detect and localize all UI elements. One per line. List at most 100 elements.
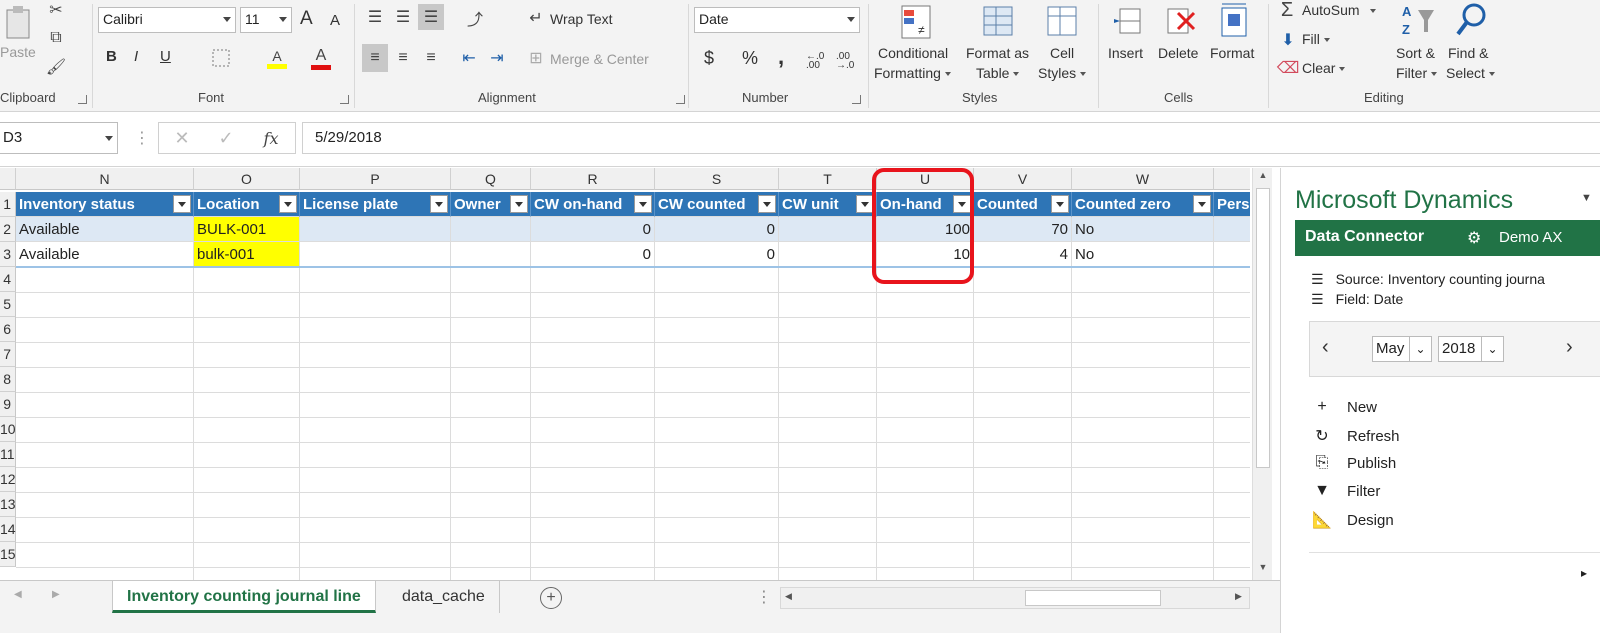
table-cell[interactable]: 4	[974, 242, 1072, 267]
scroll-left-icon[interactable]: ◀	[785, 591, 792, 602]
fill-icon[interactable]: ⬇	[1278, 30, 1298, 50]
currency-button[interactable]: $	[704, 48, 714, 69]
table-cell[interactable]: 0	[531, 242, 655, 267]
font-launcher-icon[interactable]	[340, 95, 349, 104]
design-action[interactable]: 📐 Design	[1311, 510, 1394, 530]
align-right-icon[interactable]: ≡	[418, 44, 444, 72]
sheet-tab-inventory-counting-journal-line[interactable]: Inventory counting journal line	[112, 581, 376, 613]
cell-styles-icon[interactable]	[1044, 2, 1082, 42]
tab-scroll-left-icon[interactable]: ◀	[14, 589, 22, 600]
table-cell[interactable]	[300, 242, 451, 267]
table-cell[interactable]	[451, 242, 531, 267]
table-header-cw-on-hand[interactable]: CW on-hand	[531, 192, 655, 217]
decrease-indent-icon[interactable]: ⇤	[456, 44, 482, 72]
row-header[interactable]: 9	[0, 392, 16, 417]
table-cell[interactable]: 0	[531, 217, 655, 242]
align-top-icon[interactable]: ☰	[362, 4, 388, 30]
row-header[interactable]: 2	[0, 217, 16, 242]
spreadsheet-grid[interactable]: N O P Q R S T U V W 1 2 3 4 5 6 7 8 9 10…	[0, 168, 1250, 580]
column-header-r[interactable]: R	[531, 168, 655, 190]
vertical-scrollbar[interactable]: ▲ ▼	[1252, 168, 1272, 580]
grow-font-button[interactable]: A	[300, 8, 313, 30]
table-cell[interactable]: 70	[974, 217, 1072, 242]
format-as-table-line2[interactable]: Table	[976, 65, 1020, 81]
filter-dropdown-icon[interactable]	[173, 195, 191, 213]
previous-month-icon[interactable]: ‹	[1322, 336, 1329, 359]
sheet-tab-data-cache[interactable]: data_cache	[388, 581, 500, 613]
align-left-icon[interactable]: ≡	[362, 44, 388, 72]
cell-styles-line2[interactable]: Styles	[1038, 65, 1087, 81]
sort-filter-icon[interactable]: AZ	[1398, 0, 1438, 40]
table-header-license-plate[interactable]: License plate	[300, 192, 451, 217]
scroll-thumb[interactable]	[1256, 188, 1270, 468]
new-action[interactable]: + New	[1311, 398, 1377, 416]
formula-input[interactable]: 5/29/2018	[302, 122, 1600, 154]
table-cell[interactable]: bulk-001	[194, 242, 300, 267]
scroll-up-icon[interactable]: ▲	[1255, 170, 1271, 186]
table-cell[interactable]: BULK-001	[194, 217, 300, 242]
conditional-formatting-line1[interactable]: Conditional	[878, 45, 948, 61]
table-cell[interactable]	[779, 242, 877, 267]
insert-function-icon[interactable]: fx	[259, 127, 283, 149]
table-header-pers[interactable]: Pers	[1214, 192, 1250, 217]
select-all-corner[interactable]	[0, 168, 16, 190]
next-month-icon[interactable]: ›	[1566, 336, 1573, 359]
settings-gear-icon[interactable]: ⚙	[1467, 228, 1481, 248]
find-select-line1[interactable]: Find &	[1448, 45, 1488, 61]
table-header-owner[interactable]: Owner	[451, 192, 531, 217]
publish-action[interactable]: ⎘ Publish	[1311, 454, 1397, 472]
table-header-inventory-status[interactable]: Inventory status	[16, 192, 194, 217]
refresh-action[interactable]: ↻ Refresh	[1311, 426, 1399, 446]
delete-button[interactable]: Delete	[1158, 45, 1198, 61]
table-header-location[interactable]: Location	[194, 192, 300, 217]
cell-styles-line1[interactable]: Cell	[1050, 45, 1074, 61]
filter-action[interactable]: ▼ Filter	[1311, 482, 1380, 500]
fill-color-icon[interactable]: A	[262, 44, 292, 72]
clipboard-launcher-icon[interactable]	[78, 95, 87, 104]
year-select[interactable]: 2018 ⌄	[1438, 336, 1504, 362]
italic-button[interactable]: I	[134, 48, 138, 65]
comma-button[interactable]: ,	[778, 44, 784, 70]
horizontal-scrollbar[interactable]: ◀ ▶	[780, 587, 1250, 609]
increase-decimal-button[interactable]: ←.0 .00	[806, 52, 834, 71]
conditional-formatting-line2[interactable]: Formatting	[874, 65, 951, 81]
autosum-icon[interactable]: Σ	[1276, 0, 1298, 21]
format-cells-icon[interactable]	[1216, 0, 1252, 42]
table-header-counted[interactable]: Counted	[974, 192, 1072, 217]
filter-dropdown-icon[interactable]	[1193, 195, 1211, 213]
font-size-box[interactable]: 11	[240, 7, 292, 33]
row-header[interactable]: 10	[0, 417, 16, 442]
row-header[interactable]: 13	[0, 492, 16, 517]
paste-button[interactable]: Paste	[0, 44, 36, 60]
sort-filter-line1[interactable]: Sort &	[1396, 45, 1435, 61]
cancel-entry-icon[interactable]: ✕	[171, 127, 193, 149]
filter-dropdown-icon[interactable]	[430, 195, 448, 213]
orientation-icon[interactable]: ⤴	[458, 6, 492, 30]
bold-button[interactable]: B	[106, 48, 117, 65]
sort-filter-line2[interactable]: Filter	[1396, 65, 1438, 81]
table-cell[interactable]: Available	[16, 242, 194, 267]
row-header[interactable]: 12	[0, 467, 16, 492]
table-cell[interactable]: No	[1072, 217, 1214, 242]
percent-button[interactable]: %	[742, 48, 758, 69]
row-header[interactable]: 4	[0, 267, 16, 292]
font-name-box[interactable]: Calibri	[98, 7, 236, 33]
shrink-font-button[interactable]: A	[330, 12, 340, 29]
insert-icon[interactable]	[1110, 2, 1146, 42]
clear-button[interactable]: Clear	[1302, 60, 1346, 76]
number-format-box[interactable]: Date	[694, 7, 860, 33]
format-button[interactable]: Format	[1210, 45, 1254, 61]
column-header-q[interactable]: Q	[451, 168, 531, 190]
table-header-cw-unit[interactable]: CW unit	[779, 192, 877, 217]
clear-icon[interactable]: ⌫	[1277, 58, 1300, 78]
borders-icon[interactable]	[208, 46, 234, 70]
pane-flag-icon[interactable]: ▸	[1581, 566, 1587, 580]
number-launcher-icon[interactable]	[852, 95, 861, 104]
autosum-button[interactable]: AutoSum	[1302, 2, 1376, 18]
alignment-launcher-icon[interactable]	[676, 95, 685, 104]
underline-button[interactable]: U	[160, 48, 171, 65]
font-color-icon[interactable]: A	[306, 44, 336, 72]
pane-options-icon[interactable]: ▼	[1581, 192, 1592, 204]
row-header[interactable]: 14	[0, 517, 16, 542]
filter-dropdown-icon[interactable]	[634, 195, 652, 213]
